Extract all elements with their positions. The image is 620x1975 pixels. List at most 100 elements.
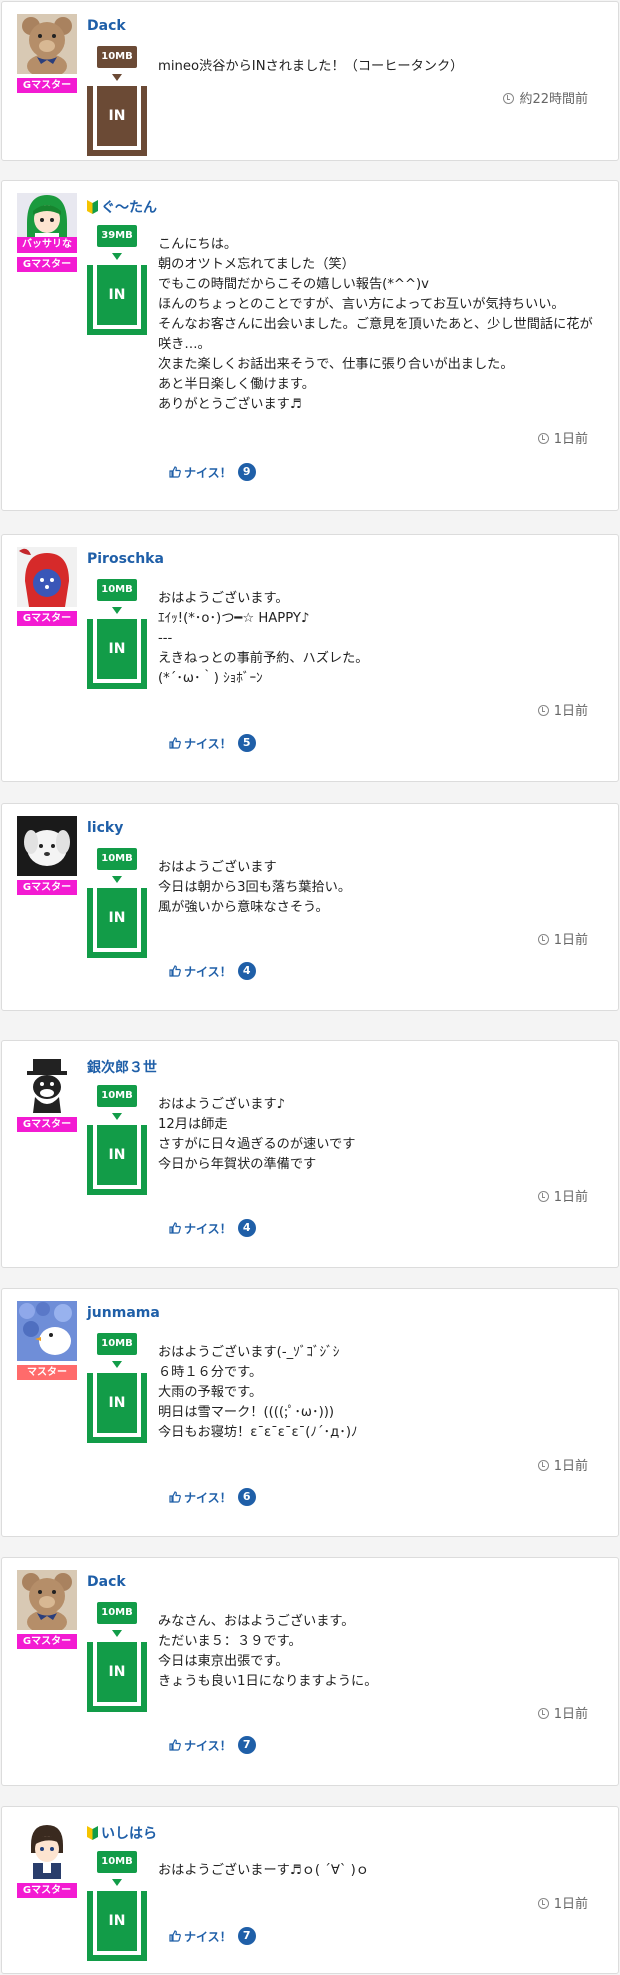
hydrangea-duck-avatar-icon [17,1301,77,1361]
post-time: 1日前 [537,1703,588,1722]
in-bucket: IN [87,265,147,335]
nice-button[interactable]: ナイス！ 4 [169,1219,256,1237]
clock-icon [537,1708,549,1719]
timeline-post: Gマスター 銀次郎３世 10MB IN おはようございます♪ 12月は師走 さす… [1,1040,619,1268]
username-text: ぐ〜たん [101,200,157,216]
post-message: おはようございます 今日は朝から3回も落ち葉拾い。 風が強いから意味なさそう。 [158,860,352,915]
post-time: 1日前 [537,1455,588,1474]
post-message: mineo渋谷からINされました！（コーヒータンク） [158,59,464,74]
post-message: こんにちは。 朝のオツトメ忘れてました（笑） でもこの時間だからこその嬉しい報告… [158,237,593,412]
timeline-post: バッサリな Gマスター ぐ〜たん 39MB IN こんにちは。 朝のオツトメ忘れ… [1,180,619,511]
thumbs-up-icon [169,1491,181,1503]
thumbs-up-icon [169,965,181,977]
post-time: 1日前 [537,1186,588,1205]
rank-badge: Gマスター [17,1634,77,1649]
beginner-mark-icon [87,200,98,214]
user-avatar[interactable] [17,14,77,74]
clock-icon [503,93,515,104]
username-link[interactable]: いしはら [87,1823,157,1843]
user-avatar[interactable] [17,816,77,876]
thumbs-up-icon [169,1739,181,1751]
arrow-down-icon [112,74,122,81]
clock-icon [537,1898,549,1909]
in-label: IN [97,1642,137,1702]
username-link[interactable]: Piroschka [87,551,164,567]
user-avatar[interactable] [17,547,77,607]
nice-button[interactable]: ナイス！ 5 [169,734,256,752]
user-avatar[interactable] [17,1053,77,1113]
black-cat-hat-avatar-icon [17,1053,77,1113]
nice-label: ナイス！ [184,1221,232,1236]
rank-badge: Gマスター [17,611,77,626]
username-link[interactable]: 銀次郎３世 [87,1057,157,1077]
in-bucket: IN [87,619,147,689]
nice-button[interactable]: ナイス！ 4 [169,962,256,980]
thumbs-up-icon [169,1222,181,1234]
mb-badge: 10MB [97,848,137,870]
clock-icon [537,1191,549,1202]
clock-icon [537,934,549,945]
username-text: いしはら [101,1826,157,1842]
time-label: 1日前 [553,704,588,719]
username-link[interactable]: ぐ〜たん [87,197,157,217]
anime-boy-avatar-icon [17,1819,77,1879]
time-label: 1日前 [553,1190,588,1205]
in-label: IN [97,619,137,679]
mb-badge: 10MB [97,579,137,601]
username-link[interactable]: junmama [87,1305,160,1321]
in-label: IN [97,888,137,948]
nice-button[interactable]: ナイス！ 7 [169,1736,256,1754]
nice-count: 7 [237,1927,256,1945]
nice-button[interactable]: ナイス！ 6 [169,1488,256,1506]
avatar-caption: バッサリな [17,237,77,253]
thumbs-up-icon [169,466,181,478]
clock-icon [537,705,549,716]
user-avatar[interactable]: バッサリな [17,193,77,253]
mb-badge: 10MB [97,1085,137,1107]
post-message: おはようございます♪ 12月は師走 さすがに日々過ぎるのが速いです 今日から年賀… [158,1097,356,1172]
nice-count: 5 [237,734,256,752]
in-bucket: IN [87,86,147,156]
rank-badge: Gマスター [17,1117,77,1132]
user-avatar[interactable] [17,1819,77,1879]
time-label: 1日前 [553,1459,588,1474]
in-bucket: IN [87,1125,147,1195]
post-time: 1日前 [537,700,588,719]
nice-label: ナイス！ [184,736,232,751]
mb-badge: 10MB [97,1851,137,1873]
nice-count: 4 [237,962,256,980]
time-label: 1日前 [553,933,588,948]
arrow-down-icon [112,1113,122,1120]
nice-count: 4 [237,1219,256,1237]
nice-label: ナイス！ [184,964,232,979]
nice-label: ナイス！ [184,465,232,480]
arrow-down-icon [112,253,122,260]
post-message: おはようございます(-_ｿﾞｺﾞｼﾞｼ ６時１６分です。 大雨の予報です。 明日… [158,1345,358,1440]
time-label: 約22時間前 [519,92,588,107]
in-bucket: IN [87,1891,147,1961]
in-bucket: IN [87,1642,147,1712]
username-link[interactable]: licky [87,820,123,836]
rank-badge: Gマスター [17,257,77,272]
nice-label: ナイス！ [184,1490,232,1505]
clock-icon [537,433,549,444]
rank-badge: マスター [17,1365,77,1380]
in-label: IN [97,1891,137,1951]
teddy-bear-avatar-icon [17,14,77,74]
post-time: 1日前 [537,1893,588,1912]
timeline-post: Gマスター Dack 10MB IN みなさん、おはようございます。 ただいま５… [1,1557,619,1786]
nice-label: ナイス！ [184,1738,232,1753]
user-avatar[interactable] [17,1570,77,1630]
in-label: IN [97,1373,137,1433]
post-time: 1日前 [537,428,588,447]
in-bucket: IN [87,1373,147,1443]
time-label: 1日前 [553,1897,588,1912]
nice-button[interactable]: ナイス！ 7 [169,1927,256,1945]
username-link[interactable]: Dack [87,18,126,34]
timeline-post: Gマスター Piroschka 10MB IN おはようございます。 ｴｲｯ!(… [1,534,619,782]
user-avatar[interactable] [17,1301,77,1361]
post-message: おはようございまーす♬ｏ( ´∀` )ｏ [158,1863,369,1878]
teddy-bear-avatar-icon [17,1570,77,1630]
nice-button[interactable]: ナイス！ 9 [169,463,256,481]
username-link[interactable]: Dack [87,1574,126,1590]
